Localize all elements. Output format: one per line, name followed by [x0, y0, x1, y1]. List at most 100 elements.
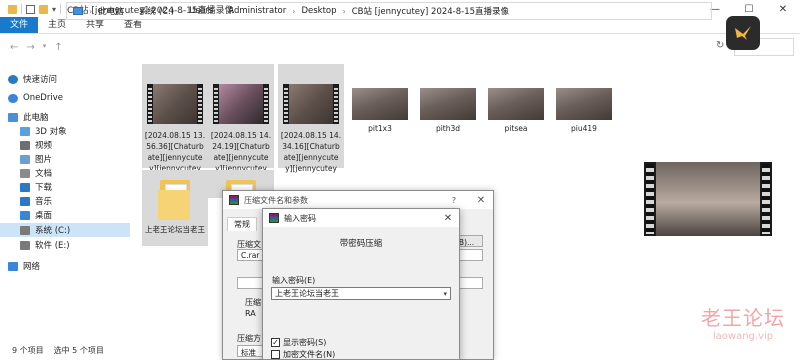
sidebar-item-this-pc[interactable]: 此电脑 [8, 110, 138, 124]
sidebar-item-quick-access[interactable]: 快速访问 [8, 72, 138, 86]
chevron-down-icon[interactable]: ▾ [52, 5, 56, 14]
sidebar-item-3d-objects[interactable]: 3D 对象 [20, 124, 130, 138]
file-item-video[interactable]: [2024.08.15 14.34.16][Chaturbate][jennyc… [278, 64, 344, 173]
sidebar-item-pictures[interactable]: 图片 [20, 152, 130, 166]
breadcrumb-administrator[interactable]: Administrator [228, 6, 286, 16]
preview-pane [644, 162, 772, 236]
chevron-right-icon: › [180, 6, 184, 16]
watermark-site: laowang.vip [712, 331, 774, 342]
file-item-video[interactable]: [2024.08.15 14.24.19][Chaturbate][jennyc… [208, 64, 274, 173]
selection-count: 选中 5 个项目 [53, 345, 104, 355]
sidebar-item-music[interactable]: 音乐 [20, 194, 130, 208]
sidebar-item-label: 网络 [23, 262, 41, 272]
file-item-folder[interactable]: 上老王论坛当老王 [142, 170, 208, 246]
pc-icon [73, 7, 83, 15]
format-rar-radio[interactable]: RA [245, 309, 256, 318]
winrar-icon [269, 213, 279, 223]
file-item-image[interactable]: piu419 [554, 88, 614, 138]
chevron-down-icon[interactable]: ▾ [43, 42, 47, 53]
chevron-right-icon: › [292, 6, 296, 16]
ribbon-tabs: 文件 主页 共享 查看 [0, 17, 800, 34]
tab-general[interactable]: 常规 [227, 217, 257, 231]
checkbox-checked-icon: ✓ [271, 338, 280, 347]
breadcrumb-c-drive[interactable]: 系统 (C:) [139, 5, 174, 17]
breadcrumb-users[interactable]: Users [189, 6, 213, 16]
sidebar-item-onedrive[interactable]: OneDrive [8, 91, 138, 105]
file-item-image[interactable]: pit1x3 [350, 88, 410, 138]
drive-icon [20, 225, 30, 235]
breadcrumb-desktop[interactable]: Desktop [301, 6, 336, 16]
image-thumbnail [420, 88, 476, 120]
divider [60, 4, 62, 14]
sidebar-item-label: 下载 [35, 183, 53, 193]
encrypt-filenames-checkbox[interactable]: 加密文件名(N) [271, 349, 335, 360]
address-bar[interactable]: › 此电脑 › 系统 (C:) › Users › Administrator … [66, 2, 712, 20]
breadcrumb-this-pc[interactable]: 此电脑 [98, 5, 124, 17]
sidebar-item-label: 快速访问 [23, 75, 58, 85]
sidebar-item-e-drive[interactable]: 软件 (E:) [20, 238, 130, 252]
folder-icon [8, 4, 17, 14]
sidebar-item-label: 系统 (C:) [35, 226, 71, 236]
video-preview [644, 162, 772, 236]
item-count: 9 个项目 [12, 345, 44, 355]
divider [21, 4, 22, 14]
sidebar-item-network[interactable]: 网络 [8, 259, 138, 273]
sidebar-item-downloads[interactable]: 下载 [20, 180, 130, 194]
close-button[interactable]: ✕ [766, 0, 800, 18]
tab-file[interactable]: 文件 [0, 17, 39, 33]
app-logo [726, 16, 760, 50]
file-name: pitsea [504, 124, 528, 133]
sidebar-item-c-drive[interactable]: 系统 (C:) [0, 223, 130, 237]
sidebar-item-label: 视频 [35, 141, 53, 151]
navigation-bar: ← → ▾ ↑ [0, 36, 800, 58]
music-icon [20, 196, 30, 206]
chevron-right-icon: › [342, 6, 346, 16]
cube-icon [20, 126, 30, 136]
back-button[interactable]: ← [10, 42, 18, 53]
breadcrumb-current-folder[interactable]: CB站 [jennycutey] 2024-8-15直播录像 [352, 5, 509, 17]
sidebar-item-desktop[interactable]: 桌面 [20, 208, 130, 222]
password-label: 输入密码(E) [272, 276, 316, 285]
help-button[interactable]: ? [444, 196, 464, 205]
file-item-image[interactable]: pitsea [486, 88, 546, 138]
properties-icon[interactable] [26, 4, 35, 14]
forward-button[interactable]: → [26, 42, 34, 53]
sidebar-item-label: 软件 (E:) [35, 241, 70, 251]
close-button[interactable]: ✕ [437, 213, 459, 224]
bird-icon [735, 26, 751, 40]
password-input[interactable]: 上老王论坛当老王 ▾ [271, 287, 451, 300]
network-icon [8, 261, 18, 271]
file-name: 上老王论坛当老王 [145, 225, 205, 234]
image-thumbnail [488, 88, 544, 120]
chevron-right-icon: › [219, 6, 223, 16]
desktop-icon [20, 210, 30, 220]
cloud-icon [8, 93, 18, 103]
sidebar-item-label: 3D 对象 [35, 127, 67, 137]
video-thumbnail [213, 84, 269, 124]
new-folder-icon[interactable] [39, 4, 48, 14]
image-thumbnail [556, 88, 612, 120]
close-button[interactable]: ✕ [469, 195, 493, 206]
sidebar-item-documents[interactable]: 文档 [20, 166, 130, 180]
file-item-video[interactable]: [2024.08.15 13.56.36][Chaturbate][jennyc… [142, 64, 208, 173]
dialog-heading: 带密码压缩 [339, 239, 383, 249]
navigation-pane: 快速访问 OneDrive 此电脑 3D 对象 视频 图片 文档 下载 音乐 桌… [0, 66, 132, 342]
winrar-icon [229, 195, 239, 205]
file-item-image[interactable]: pith3d [418, 88, 478, 138]
pc-icon [8, 112, 18, 122]
checkbox-label: 显示密码(S) [283, 338, 327, 347]
up-button[interactable]: ↑ [54, 42, 62, 53]
download-icon [20, 182, 30, 192]
file-name: pit1x3 [368, 124, 392, 133]
file-name: [2024.08.15 14.24.19][Chaturbate][jennyc… [210, 131, 272, 173]
sidebar-item-label: 此电脑 [23, 113, 49, 123]
show-password-checkbox[interactable]: ✓ 显示密码(S) [271, 337, 326, 348]
sidebar-item-videos[interactable]: 视频 [20, 138, 130, 152]
file-name: [2024.08.15 13.56.36][Chaturbate][jennyc… [144, 131, 206, 173]
video-thumbnail [147, 84, 203, 124]
chevron-down-icon[interactable]: ▾ [443, 290, 447, 298]
folder-icon [158, 176, 192, 220]
drive-icon [20, 240, 30, 250]
update-label: 压缩 [245, 298, 261, 307]
star-icon [8, 74, 18, 84]
